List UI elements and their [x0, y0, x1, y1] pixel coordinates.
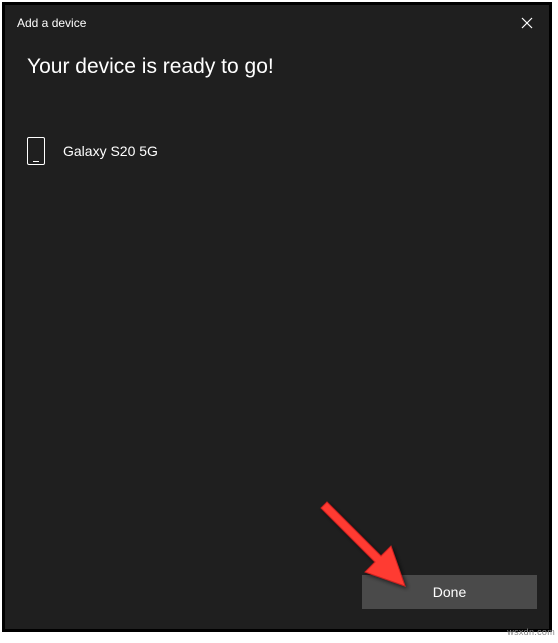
ready-heading: Your device is ready to go!: [27, 55, 527, 79]
watermark: wsxdn.com: [507, 627, 555, 637]
close-icon: [521, 17, 533, 29]
device-name-label: Galaxy S20 5G: [63, 143, 158, 159]
device-item: Galaxy S20 5G: [27, 137, 527, 165]
phone-icon: [27, 137, 45, 165]
dialog-footer: Done: [5, 575, 549, 629]
dialog-title: Add a device: [17, 16, 86, 30]
done-button[interactable]: Done: [362, 575, 537, 609]
dialog-content: Your device is ready to go! Galaxy S20 5…: [5, 41, 549, 575]
titlebar: Add a device: [5, 5, 549, 41]
close-button[interactable]: [517, 13, 537, 33]
add-device-dialog: Add a device Your device is ready to go!…: [5, 5, 549, 629]
